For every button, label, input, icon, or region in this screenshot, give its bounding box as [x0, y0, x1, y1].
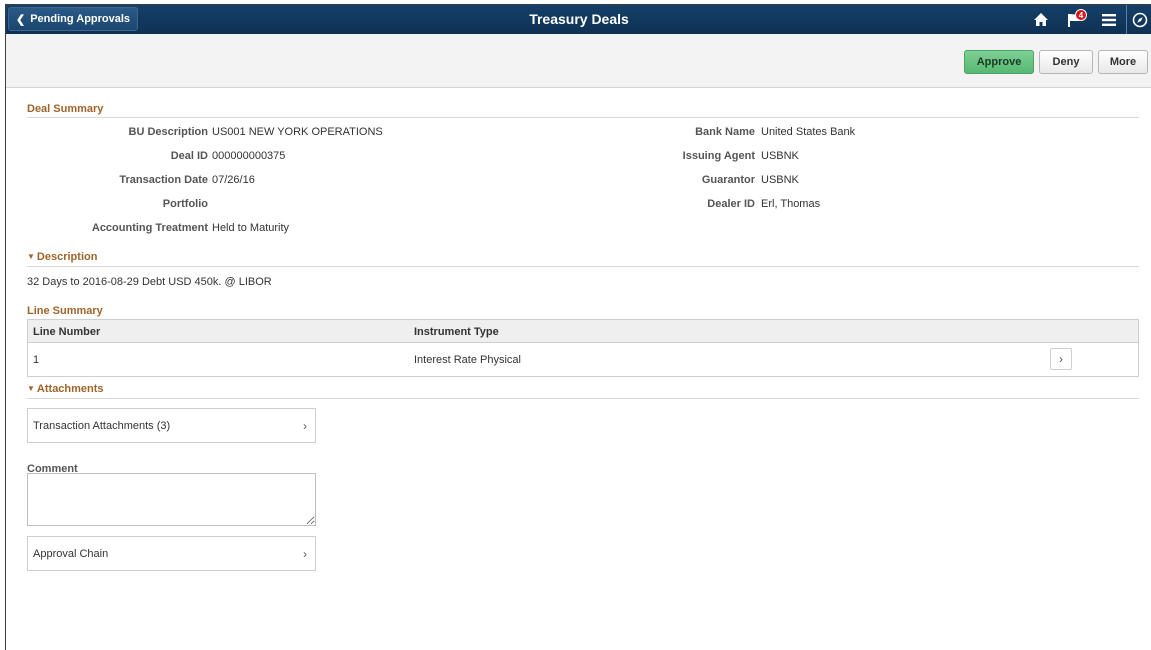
section-divider — [27, 117, 1139, 118]
accounting-treatment-value: Held to Maturity — [212, 222, 290, 234]
deny-button[interactable]: Deny — [1039, 50, 1093, 74]
approval-chain-label: Approval Chain — [33, 547, 109, 560]
bu-description-value: US001 NEW YORK OPERATIONS — [212, 126, 383, 138]
transaction-attachments-link[interactable]: Transaction Attachments (3) › — [27, 408, 316, 443]
more-button[interactable]: More — [1098, 50, 1148, 74]
chevron-left-icon: ❮ — [16, 13, 26, 26]
chevron-right-icon: › — [303, 419, 307, 433]
deal-id-value: 000000000375 — [212, 150, 286, 162]
description-title: Description — [36, 251, 98, 263]
section-divider — [27, 398, 1139, 399]
bu-description-label: BU Description — [128, 126, 208, 138]
line-summary-title: Line Summary — [27, 305, 103, 317]
bank-name-label: Bank Name — [695, 126, 755, 138]
column-header-line-number: Line Number — [33, 326, 101, 338]
header-actions: 4 — [1024, 5, 1151, 34]
back-button[interactable]: ❮ Pending Approvals — [8, 7, 138, 31]
line-summary-grid: Line Number Instrument Type 1 Interest R… — [27, 319, 1139, 377]
guarantor-value: USBNK — [761, 174, 799, 186]
attachments-toggle[interactable]: ▼ Attachments — [27, 383, 104, 395]
approval-chain-link[interactable]: Approval Chain › — [27, 536, 316, 571]
column-header-instrument-type: Instrument Type — [414, 326, 499, 338]
dealer-id-label: Dealer ID — [707, 198, 755, 210]
menu-icon[interactable] — [1092, 5, 1126, 34]
issuing-agent-label: Issuing Agent — [682, 150, 755, 162]
transaction-attachments-label: Transaction Attachments (3) — [33, 419, 171, 432]
accounting-treatment-label: Accounting Treatment — [91, 222, 208, 234]
description-text: 32 Days to 2016-08-29 Debt USD 450k. @ L… — [27, 276, 272, 288]
section-divider — [27, 266, 1139, 267]
issuing-agent-value: USBNK — [761, 150, 799, 162]
description-toggle[interactable]: ▼ Description — [27, 251, 97, 263]
portfolio-label: Portfolio — [162, 198, 208, 210]
dealer-id-value: Erl, Thomas — [761, 198, 821, 210]
guarantor-label: Guarantor — [701, 174, 755, 186]
transaction-date-label: Transaction Date — [119, 174, 208, 186]
comment-textarea[interactable] — [27, 473, 316, 526]
home-icon[interactable] — [1024, 5, 1058, 34]
transaction-date-value: 07/26/16 — [212, 174, 255, 186]
collapse-triangle-icon: ▼ — [27, 252, 35, 261]
deal-id-label: Deal ID — [170, 150, 208, 162]
line-number-cell: 1 — [33, 354, 40, 366]
row-detail-chevron-icon[interactable]: › — [1050, 348, 1072, 370]
app-frame: ❮ Pending Approvals Treasury Deals 4 App… — [5, 4, 1151, 650]
chevron-right-icon: › — [303, 547, 307, 561]
header-bar: ❮ Pending Approvals Treasury Deals 4 — [6, 5, 1151, 34]
back-button-label: Pending Approvals — [30, 13, 131, 25]
navigator-icon[interactable] — [1126, 5, 1151, 34]
collapse-triangle-icon: ▼ — [27, 384, 35, 393]
instrument-type-cell: Interest Rate Physical — [414, 354, 521, 366]
flag-icon[interactable]: 4 — [1058, 5, 1092, 34]
grid-header: Line Number Instrument Type — [28, 320, 1138, 343]
attachments-title: Attachments — [36, 383, 104, 395]
bank-name-value: United States Bank — [761, 126, 856, 138]
approve-button[interactable]: Approve — [964, 50, 1034, 74]
action-bar: Approve Deny More — [6, 34, 1151, 88]
notification-badge: 4 — [1075, 9, 1087, 21]
deal-summary-title: Deal Summary — [27, 103, 104, 115]
page-title: Treasury Deals — [529, 11, 629, 27]
